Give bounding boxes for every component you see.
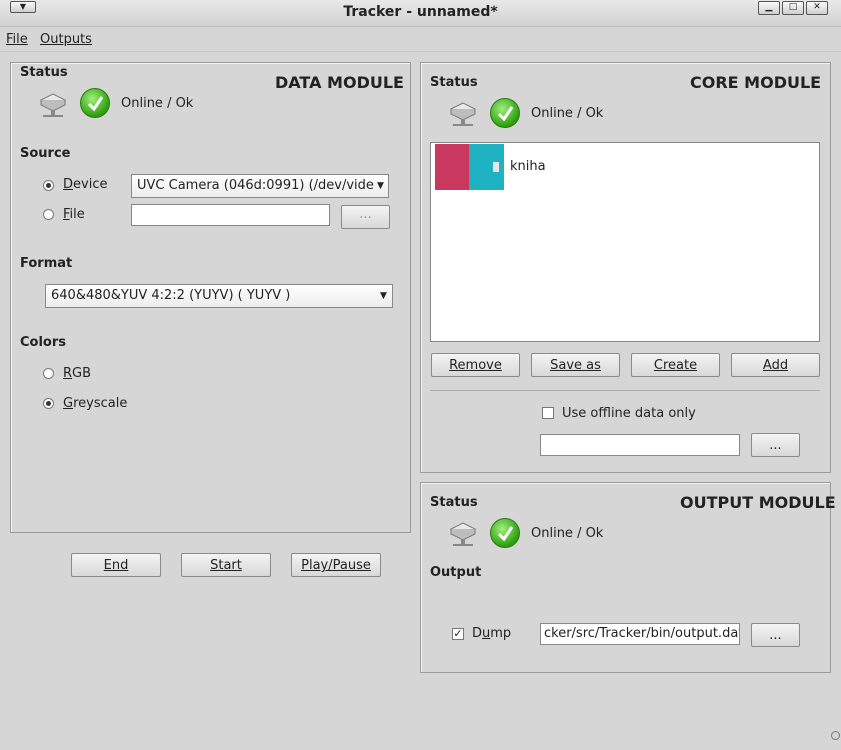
network-drive-icon [449, 522, 477, 546]
menu-outputs[interactable]: Outputs [40, 32, 92, 47]
start-button-label: Start [210, 558, 242, 573]
data-module-title: DATA MODULE [275, 73, 404, 92]
window-title: Tracker - unnamed* [343, 4, 498, 20]
device-radio[interactable] [43, 180, 54, 191]
file-radio[interactable] [43, 209, 54, 220]
list-item-label[interactable]: kniha [510, 159, 546, 174]
core-separator [430, 390, 820, 391]
format-dropdown-icon[interactable]: ▼ [380, 291, 387, 301]
dump-path-input[interactable]: cker/src/Tracker/bin/output.dat [540, 623, 740, 645]
add-button-label: Add [762, 358, 789, 373]
greyscale-radio-label[interactable]: Greyscale [63, 396, 127, 411]
data-status-label: Status [20, 65, 68, 80]
add-button[interactable]: Add [731, 353, 820, 377]
resize-grip-icon[interactable] [831, 731, 840, 740]
format-label: Format [20, 256, 73, 271]
end-button-label: End [103, 558, 129, 573]
ok-check-icon [490, 518, 520, 548]
create-button-label: Create [653, 358, 698, 373]
end-button[interactable]: End [71, 553, 161, 577]
core-status-label: Status [430, 75, 478, 90]
file-radio-label[interactable]: File [63, 207, 85, 222]
output-module-title: OUTPUT MODULE [680, 493, 836, 512]
device-select[interactable]: UVC Camera (046d:0991) (/dev/vide [131, 174, 389, 198]
output-label: Output [430, 565, 482, 580]
output-status-text: Online / Ok [531, 526, 604, 541]
menu-file[interactable]: File [6, 32, 28, 47]
create-button[interactable]: Create [631, 353, 720, 377]
core-status-text: Online / Ok [531, 106, 604, 121]
greyscale-radio[interactable] [43, 398, 54, 409]
offline-browse-button[interactable]: ... [751, 433, 800, 457]
maximize-icon: □ [788, 2, 798, 12]
network-drive-icon [39, 93, 67, 117]
play-pause-button[interactable]: Play/Pause [291, 553, 381, 577]
device-dropdown-icon[interactable]: ▼ [377, 181, 384, 191]
maximize-button[interactable]: □ [782, 1, 804, 15]
save-as-button-label: Save as [550, 358, 601, 373]
offline-label[interactable]: Use offline data only [562, 406, 696, 421]
checkmark-icon: ✓ [453, 627, 463, 640]
format-select[interactable]: 640&480&YUV 4:2:2 (YUYV) ( YUYV ) [45, 284, 393, 308]
file-browse-button[interactable]: ... [341, 205, 390, 229]
colors-label: Colors [20, 335, 67, 350]
rgb-radio[interactable] [43, 368, 54, 379]
format-select-value: 640&480&YUV 4:2:2 (YUYV) ( YUYV ) [51, 288, 291, 303]
data-status-text: Online / Ok [121, 96, 194, 111]
list-item-thumbnail [435, 144, 504, 190]
minimize-icon: ▁ [765, 2, 773, 12]
output-status-label: Status [430, 495, 478, 510]
source-label: Source [20, 146, 71, 161]
offline-path-input[interactable] [540, 434, 740, 456]
save-as-button[interactable]: Save as [531, 353, 620, 377]
close-button[interactable]: ✕ [806, 1, 828, 15]
file-path-input[interactable] [131, 204, 330, 226]
play-pause-button-label: Play/Pause [301, 558, 371, 573]
minimize-button[interactable]: ▁ [758, 1, 780, 15]
core-module-title: CORE MODULE [690, 73, 822, 92]
menu-bar [0, 27, 841, 52]
network-drive-icon [449, 102, 477, 126]
close-icon: ✕ [813, 2, 821, 12]
start-button[interactable]: Start [181, 553, 271, 577]
dump-label[interactable]: Dump [472, 626, 511, 641]
dump-browse-button[interactable]: ... [751, 623, 800, 647]
ok-check-icon [80, 88, 110, 118]
offline-checkbox[interactable] [542, 407, 554, 419]
remove-button-label: Remove [449, 358, 502, 373]
device-select-value: UVC Camera (046d:0991) (/dev/vide [137, 178, 374, 193]
dump-checkbox[interactable]: ✓ [452, 628, 464, 640]
device-radio-label[interactable]: Device [63, 177, 107, 192]
ok-check-icon [490, 98, 520, 128]
rgb-radio-label[interactable]: RGB [63, 366, 91, 381]
remove-button[interactable]: Remove [431, 353, 520, 377]
